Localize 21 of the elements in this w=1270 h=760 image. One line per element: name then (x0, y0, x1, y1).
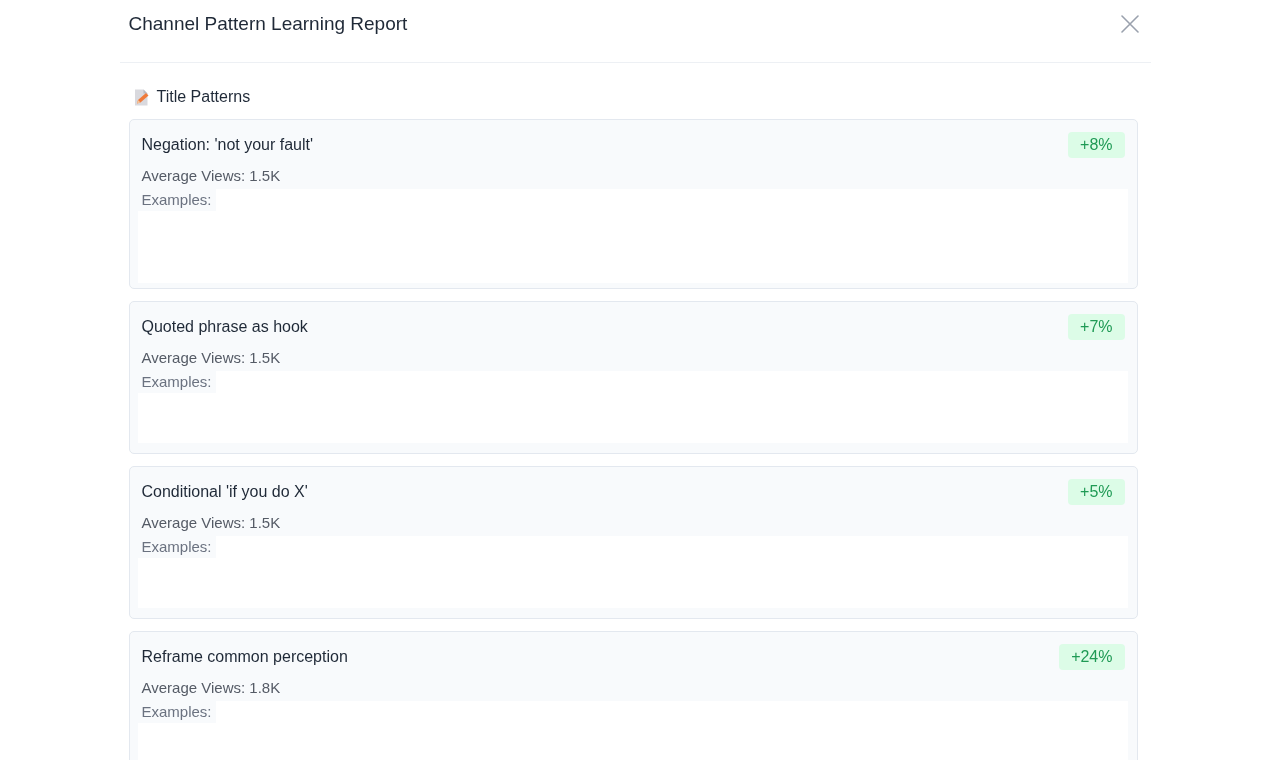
pattern-name: Negation: 'not your fault' (141, 135, 314, 155)
change-badge: +8% (1068, 132, 1125, 158)
examples-label: Examples: (137, 536, 216, 558)
examples-label: Examples: (137, 189, 216, 211)
average-views: Average Views: 1.8K (141, 678, 282, 698)
close-button[interactable] (1120, 15, 1139, 33)
change-badge: +24% (1059, 644, 1125, 670)
pattern-name: Reframe common perception (141, 647, 348, 667)
average-views: Average Views: 1.5K (141, 166, 282, 186)
change-badge: +7% (1068, 314, 1125, 340)
section-title: Title Patterns (156, 87, 251, 107)
pattern-name: Quoted phrase as hook (141, 317, 308, 337)
change-badge: +5% (1068, 479, 1125, 505)
average-views: Average Views: 1.5K (141, 348, 282, 368)
average-views: Average Views: 1.5K (141, 513, 282, 533)
pattern-name: Conditional 'if you do X' (141, 482, 308, 502)
dialog-title: Channel Pattern Learning Report (128, 12, 408, 36)
examples-label: Examples: (137, 701, 216, 723)
close-icon (1120, 15, 1139, 33)
examples-label: Examples: (137, 371, 216, 393)
memo-icon (133, 88, 149, 106)
